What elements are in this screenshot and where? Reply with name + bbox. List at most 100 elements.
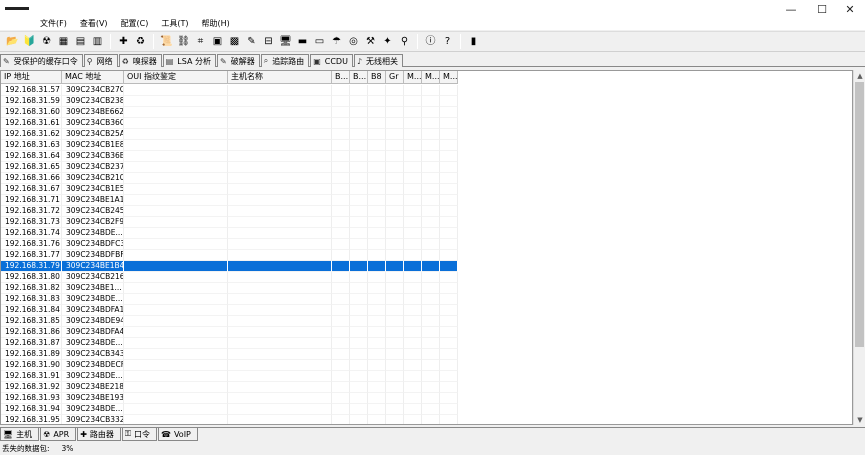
table-row[interactable]: 192.168.31.63 309C234CB1E8 xyxy=(1,140,458,151)
status-bar: 丢失的数据包: 3% xyxy=(0,442,865,455)
top-tab-strip: ✎ 受保护的缓存口令 ⚲ 网络 ♻ 嗅探器 ▤ LSA 分析 ✎ 破解器 ⌕ 追踪路由 ▣ CCDU ♪ 无线… xyxy=(0,54,865,67)
column-header[interactable]: 主机名称 xyxy=(228,71,332,84)
report-button[interactable]: ▤ xyxy=(73,34,88,49)
maximize-button[interactable]: ☐ xyxy=(807,0,837,18)
table-row[interactable]: 192.168.31.77 309C234BDFBF xyxy=(1,250,458,261)
column-header[interactable]: M... xyxy=(422,71,440,84)
table-row[interactable]: 192.168.31.94 309C234BDE... xyxy=(1,404,458,415)
table-row[interactable]: 192.168.31.60 309C234BE662 xyxy=(1,107,458,118)
sniffer-start-button[interactable]: 🔰 xyxy=(22,34,37,49)
tab-sniffer[interactable]: ♻ 嗅探器 xyxy=(118,54,162,67)
table-row[interactable]: 192.168.31.71 309C234BE1A1 xyxy=(1,195,458,206)
vertical-scrollbar[interactable]: ▲ ▼ xyxy=(853,70,865,425)
bottom-tab-router[interactable]: ✚ 路由器 xyxy=(77,428,121,441)
wand-button[interactable]: ⚲ xyxy=(397,34,412,49)
table-row[interactable]: 192.168.31.72 309C234CB245 xyxy=(1,206,458,217)
table-cell xyxy=(332,261,350,272)
tab-network[interactable]: ⚲ 网络 xyxy=(83,54,118,67)
certificate-button[interactable]: 📜 xyxy=(159,34,174,49)
bottom-tab-password[interactable]: ⚿ 口令 xyxy=(121,428,157,441)
menu-item[interactable]: 配置(C) xyxy=(117,18,153,30)
menu-item[interactable]: 工具(T) xyxy=(157,18,192,30)
table-row[interactable]: 192.168.31.86 309C234BDFA4 xyxy=(1,327,458,338)
exit-button[interactable]: ▮ xyxy=(466,34,481,49)
table-row[interactable]: 192.168.31.67 309C234CB1E5 xyxy=(1,184,458,195)
bottom-tab-host[interactable]: 🖥 主机 xyxy=(0,428,40,441)
table-row[interactable]: 192.168.31.92 309C234BE218 xyxy=(1,382,458,393)
table-cell xyxy=(422,382,440,393)
export-button[interactable]: ▥ xyxy=(90,34,105,49)
scroll-down-arrow-icon[interactable]: ▼ xyxy=(854,414,865,425)
column-header[interactable]: IP 地址 xyxy=(1,71,62,84)
tools-button[interactable]: ⚒ xyxy=(363,34,378,49)
table-cell xyxy=(440,162,458,173)
menu-item[interactable]: 查看(V) xyxy=(76,18,112,30)
matrix-button[interactable]: ▩ xyxy=(227,34,242,49)
tab-traceroute[interactable]: ⌕ 追踪路由 xyxy=(260,54,310,67)
table-row-selected[interactable]: 192.168.31.79 309C234BE1B4 xyxy=(1,261,458,272)
table-row[interactable]: 192.168.31.74 309C234BDE... xyxy=(1,228,458,239)
table-row[interactable]: 192.168.31.93 309C234BE193 xyxy=(1,393,458,404)
key-button[interactable]: ✦ xyxy=(380,34,395,49)
table-row[interactable]: 192.168.31.62 309C234CB25A xyxy=(1,129,458,140)
help-button[interactable]: ? xyxy=(440,34,455,49)
scroll-up-arrow-icon[interactable]: ▲ xyxy=(854,70,865,81)
table-row[interactable]: 192.168.31.85 309C234BDE94 xyxy=(1,316,458,327)
column-header[interactable]: B... xyxy=(332,71,350,84)
table-row[interactable]: 192.168.31.76 309C234BDFC3 xyxy=(1,239,458,250)
table-cell xyxy=(350,162,368,173)
tab-wireless[interactable]: ♪ 无线相关 xyxy=(353,54,404,67)
column-header[interactable]: M... xyxy=(440,71,458,84)
tab-ccdu[interactable]: ▣ CCDU xyxy=(310,54,353,67)
recycle-button[interactable]: ♻ xyxy=(133,34,148,49)
menu-item[interactable]: 帮助(H) xyxy=(198,18,234,30)
table-row[interactable]: 192.168.31.91 309C234BDE... xyxy=(1,371,458,382)
table-row[interactable]: 192.168.31.82 309C234BE1... xyxy=(1,283,458,294)
column-header[interactable]: B8 xyxy=(368,71,386,84)
minimize-button[interactable]: — xyxy=(776,0,806,18)
table-row[interactable]: 192.168.31.80 309C234CB216 xyxy=(1,272,458,283)
table-row[interactable]: 192.168.31.83 309C234BDE... xyxy=(1,294,458,305)
bottom-tab-apr[interactable]: ☢ APR xyxy=(40,428,77,441)
table-row[interactable]: 192.168.31.87 309C234BDE... xyxy=(1,338,458,349)
terminal-green-button[interactable]: ▣ xyxy=(210,34,225,49)
card-button[interactable]: ▬ xyxy=(295,34,310,49)
open-button[interactable]: 📂 xyxy=(5,34,20,49)
torch-button[interactable]: ✎ xyxy=(244,34,259,49)
table-row[interactable]: 192.168.31.95 309C234CB332 xyxy=(1,415,458,424)
table-row[interactable]: 192.168.31.65 309C234CB237 xyxy=(1,162,458,173)
calculator-button[interactable]: ▭ xyxy=(312,34,327,49)
database-button[interactable]: ⊟ xyxy=(261,34,276,49)
tab-lsa[interactable]: ▤ LSA 分析 xyxy=(162,54,216,67)
column-header[interactable]: MAC 地址 xyxy=(62,71,124,84)
close-button[interactable]: ✕ xyxy=(835,0,865,18)
user-tool-button[interactable]: ☂ xyxy=(329,34,344,49)
hash-button[interactable]: ⌗ xyxy=(193,34,208,49)
table-row[interactable]: 192.168.31.84 309C234BDFA1 xyxy=(1,305,458,316)
radiation-button[interactable]: ☢ xyxy=(39,34,54,49)
menu-item[interactable]: 文件(F) xyxy=(36,18,71,30)
route-button[interactable]: ⛓ xyxy=(176,34,191,49)
table-row[interactable]: 192.168.31.66 309C234CB210 xyxy=(1,173,458,184)
column-header[interactable]: OUI 指纹鉴定 xyxy=(124,71,228,84)
tab-cracker[interactable]: ✎ 破解器 xyxy=(217,54,260,67)
column-header[interactable]: B... xyxy=(350,71,368,84)
ball-button[interactable]: ◎ xyxy=(346,34,361,49)
table-row[interactable]: 192.168.31.89 309C234CB343 xyxy=(1,349,458,360)
scan-button[interactable]: ▦ xyxy=(56,34,71,49)
table-cell xyxy=(368,228,386,239)
table-row[interactable]: 192.168.31.61 309C234CB36C xyxy=(1,118,458,129)
monitor-button[interactable]: 🖥 xyxy=(278,34,293,49)
table-row[interactable]: 192.168.31.90 309C234BDECF xyxy=(1,360,458,371)
table-row[interactable]: 192.168.31.64 309C234CB36B xyxy=(1,151,458,162)
tab-shield[interactable]: ✎ 受保护的缓存口令 xyxy=(0,54,83,67)
add-button[interactable]: ✚ xyxy=(116,34,131,49)
column-header[interactable]: M... xyxy=(404,71,422,84)
column-header[interactable]: Gr xyxy=(386,71,404,84)
table-row[interactable]: 192.168.31.59 309C234CB238 xyxy=(1,96,458,107)
table-row[interactable]: 192.168.31.57 309C234CB27C xyxy=(1,85,458,96)
table-row[interactable]: 192.168.31.73 309C234CB2F9 xyxy=(1,217,458,228)
info-button[interactable]: ⓘ xyxy=(423,34,438,49)
bottom-tab-voip[interactable]: ☎ VoIP xyxy=(157,428,198,441)
scroll-thumb[interactable] xyxy=(855,82,864,347)
